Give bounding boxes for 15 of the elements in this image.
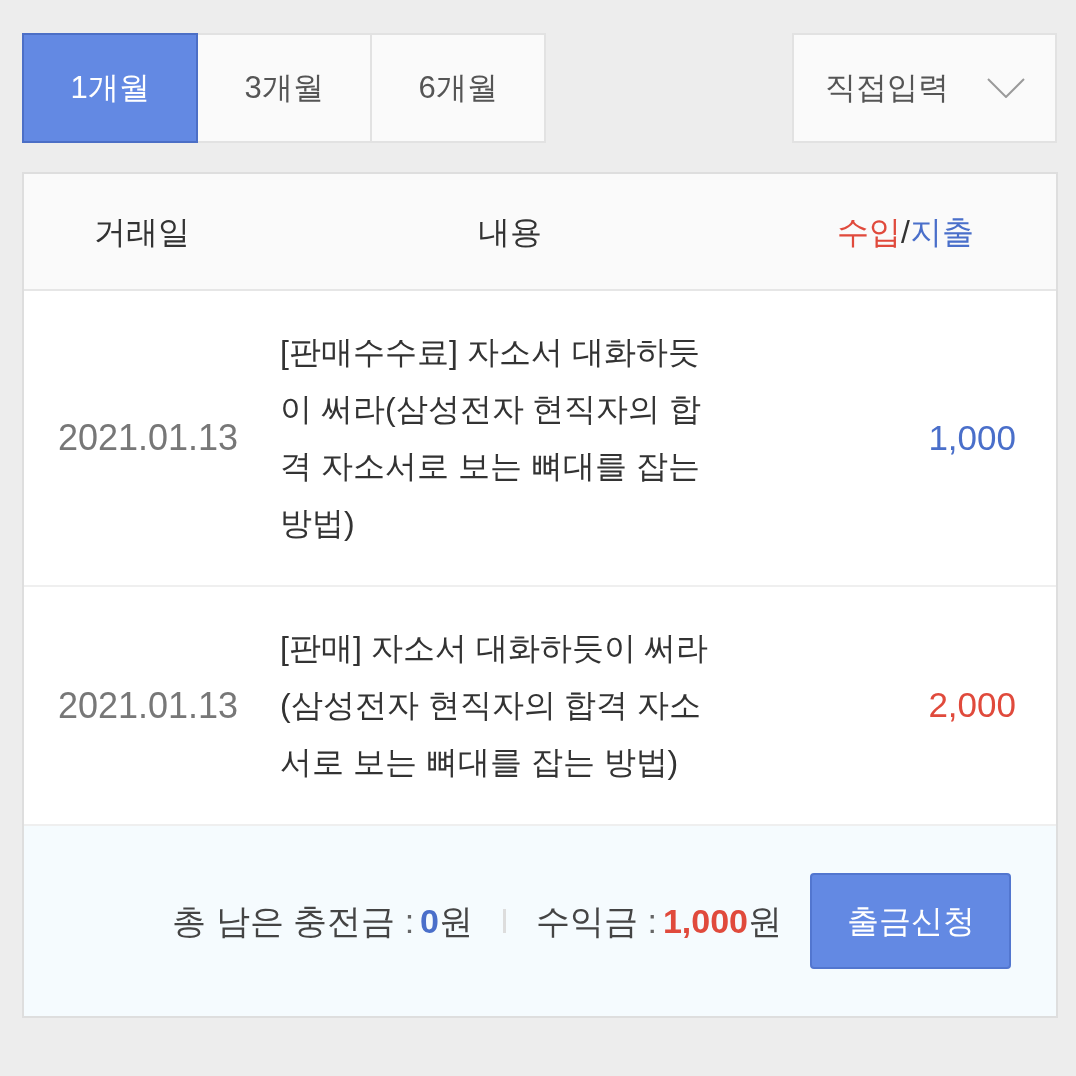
description-cell-text: [판매수수료] 자소서 대화하듯이 써라(삼성전자 현직자의 합격 자소서로 보는 뼈대를 잡는 방법) <box>280 333 703 543</box>
remaining-balance-summary: 총 남은 충전금 : 0원 <box>172 900 473 942</box>
chevron-down-icon <box>986 78 1025 98</box>
period-tab[interactable]: 3개월 <box>196 33 372 143</box>
period-dropdown[interactable]: 직접입력 <box>792 33 1057 143</box>
amount-cell-text: 1,000 <box>928 416 1016 459</box>
amount-cell-text: 2,000 <box>928 684 1016 727</box>
date-cell-text: 2021.01.13 <box>57 416 239 460</box>
column-header: 거래일 <box>94 212 190 252</box>
earnings-summary: 수익금 : 1,000원 <box>536 900 782 942</box>
column-header: 수입/지출 <box>837 212 974 252</box>
description-cell-text: [판매] 자소서 대화하듯이 써라(삼성전자 현직자의 합격 자소서로 보는 뼈대를 잡는 방법) <box>280 629 710 782</box>
date-cell-text: 2021.01.13 <box>57 683 239 728</box>
period-tab[interactable]: 6개월 <box>370 33 546 143</box>
column-header: 내용 <box>478 212 542 252</box>
